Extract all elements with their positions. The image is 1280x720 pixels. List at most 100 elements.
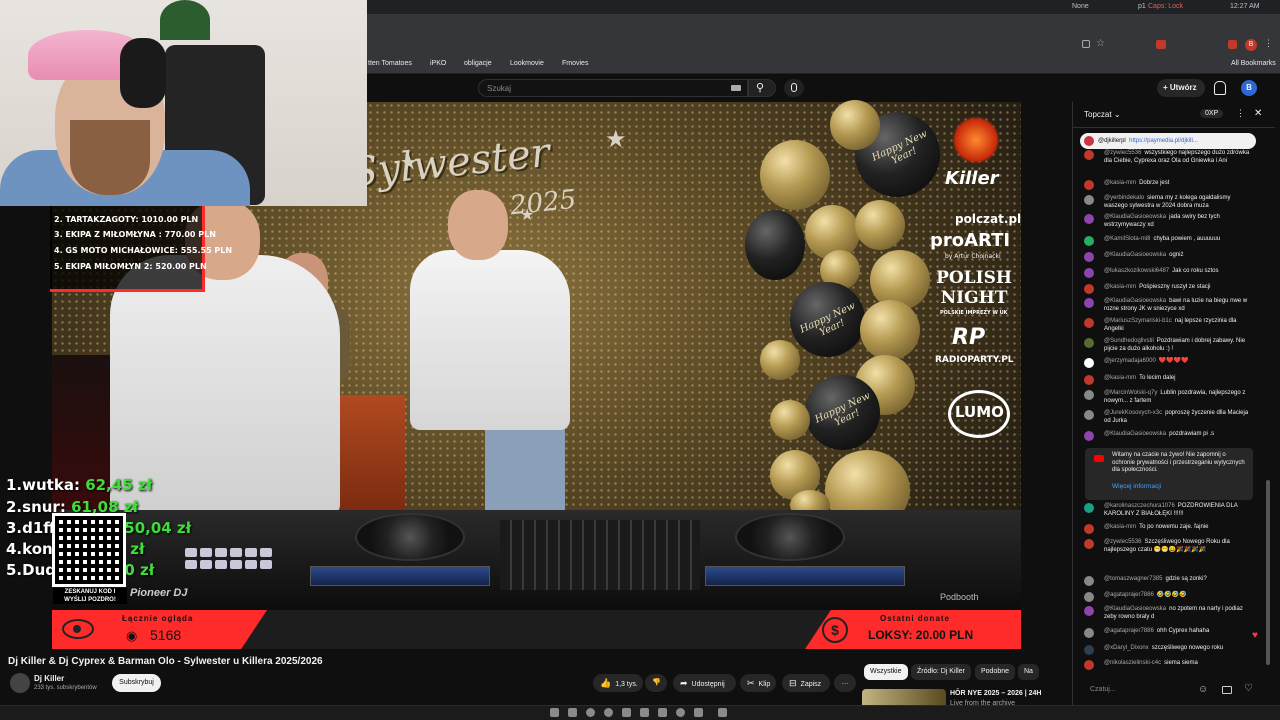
chat-author-avatar[interactable] bbox=[1084, 375, 1094, 385]
chat-author[interactable]: @MariuszSzymariski-b1c bbox=[1104, 318, 1172, 324]
subscribe-button[interactable]: Subskrybuj bbox=[112, 674, 161, 692]
chat-author[interactable]: @kasia-mm bbox=[1104, 284, 1136, 290]
chat-message[interactable]: @KamilSlota-m8l chyba powiem , auuuuuu bbox=[1084, 236, 1254, 246]
chat-author-avatar[interactable] bbox=[1084, 645, 1094, 655]
chat-message[interactable]: @lukaszkozikowski6487 Jak co roku sztos bbox=[1084, 268, 1254, 278]
chat-author[interactable]: @kasia-mm bbox=[1104, 375, 1136, 381]
chat-author[interactable]: @nikolaszielinski-c4c bbox=[1104, 660, 1161, 666]
chat-author-avatar[interactable] bbox=[1084, 214, 1094, 224]
chat-author-avatar[interactable] bbox=[1084, 592, 1094, 602]
chat-author[interactable]: @kasia-mm bbox=[1104, 524, 1136, 530]
chip-related[interactable]: Podobne bbox=[975, 664, 1016, 680]
chat-author-avatar[interactable] bbox=[1084, 576, 1094, 586]
chat-author-avatar[interactable] bbox=[1084, 236, 1094, 246]
chat-author[interactable]: @agataprajer7886 bbox=[1104, 592, 1154, 598]
more-info-link[interactable]: Więcej informacji bbox=[1112, 483, 1161, 490]
chat-message[interactable]: @karolinaszczechura1076 POZDROWIENIA DLA … bbox=[1084, 503, 1254, 518]
taskbar-app-icon[interactable] bbox=[694, 708, 703, 717]
chat-message[interactable]: @zywiec5536 Szczęśliwego Nowego Roku dla … bbox=[1084, 539, 1254, 554]
chat-author[interactable]: @Sundhedoglivstil bbox=[1104, 338, 1154, 344]
bookmark-fmovies[interactable]: Fmovies bbox=[562, 60, 588, 67]
close-icon[interactable]: ✕ bbox=[1254, 108, 1262, 119]
chat-message[interactable]: @MarcinWolski-q7y Lublin pozdrawia, najle… bbox=[1084, 390, 1254, 405]
emoji-icon[interactable]: ☺ bbox=[1198, 684, 1208, 695]
chat-author-avatar[interactable] bbox=[1084, 628, 1094, 638]
chat-message[interactable]: @agataprajer7886 ohh Cyprex hahaha bbox=[1084, 628, 1254, 638]
chat-menu-icon[interactable]: ⋮ bbox=[1236, 108, 1245, 119]
chat-author-avatar[interactable] bbox=[1084, 503, 1094, 513]
chat-author-avatar[interactable] bbox=[1084, 150, 1094, 160]
taskbar-app-icon[interactable] bbox=[604, 708, 613, 717]
more-actions-button[interactable]: … bbox=[834, 674, 856, 692]
chat-author-avatar[interactable] bbox=[1084, 660, 1094, 670]
chat-message[interactable]: @yerbindekalo sierna my z kolega ogaldali… bbox=[1084, 195, 1254, 210]
chat-message[interactable]: @JurekKosovych-x3c poproszę życzenie dlla… bbox=[1084, 410, 1254, 425]
chat-author[interactable]: @karolinaszczechura1076 bbox=[1104, 503, 1175, 509]
chat-author[interactable]: @kasia-mm bbox=[1104, 180, 1136, 186]
heart-icon[interactable]: ♡ bbox=[1244, 683, 1253, 694]
super-chat-icon[interactable] bbox=[1222, 686, 1232, 694]
chat-message[interactable]: @zywiec5536 wszystkiego najlepszego dużo … bbox=[1084, 150, 1254, 165]
chat-author[interactable]: @tomaszwagner7385 bbox=[1104, 576, 1162, 582]
extension-red-icon[interactable] bbox=[1228, 40, 1237, 49]
recommended-title[interactable]: HŌR NYE 2025 – 2026 | 24H bbox=[950, 690, 1041, 697]
chat-author[interactable]: @agataprajer7886 bbox=[1104, 628, 1154, 634]
chat-message[interactable]: @jerzymadaja6000 ❤️❤️❤️❤️ bbox=[1084, 358, 1254, 368]
chip-all[interactable]: Wszystkie bbox=[864, 664, 908, 680]
chat-message[interactable]: @KlaudiaGasioeowska no zpotem na narty i … bbox=[1084, 606, 1254, 621]
channel-name[interactable]: Dj Killer bbox=[34, 674, 64, 683]
chat-author-avatar[interactable] bbox=[1084, 539, 1094, 549]
save-button[interactable]: ⊟ Zapisz bbox=[782, 674, 830, 692]
chat-author-avatar[interactable] bbox=[1084, 180, 1094, 190]
chat-message[interactable]: @tomaszwagner7385 gdzie są zonki? bbox=[1084, 576, 1254, 586]
chat-author-avatar[interactable] bbox=[1084, 252, 1094, 262]
chat-message[interactable]: @KlaudiaGasioeowska pozdrawiam pi .s bbox=[1084, 431, 1254, 441]
browser-icon[interactable] bbox=[586, 708, 595, 717]
chat-author[interactable]: @KlaudiaGasioeowska bbox=[1104, 214, 1166, 220]
chat-author-avatar[interactable] bbox=[1084, 268, 1094, 278]
bookmark-obligacje[interactable]: obligacje bbox=[464, 60, 492, 67]
chat-author-avatar[interactable] bbox=[1084, 358, 1094, 368]
bookmark-star-icon[interactable]: ☆ bbox=[1096, 38, 1105, 49]
chat-author[interactable]: @KlaudiaGasioeowska bbox=[1104, 298, 1166, 304]
browser-menu-icon[interactable]: ⋮ bbox=[1264, 38, 1273, 49]
chat-author-avatar[interactable] bbox=[1084, 298, 1094, 308]
account-avatar[interactable]: B bbox=[1241, 80, 1257, 96]
chat-author[interactable]: @yerbindekalo bbox=[1104, 195, 1144, 201]
chat-author-avatar[interactable] bbox=[1084, 338, 1094, 348]
chat-message[interactable]: @kasia-mm Dobrze jest bbox=[1084, 180, 1254, 190]
chat-message[interactable]: @KlaudiaGasioeowska ogniż bbox=[1084, 252, 1254, 262]
chat-author-avatar[interactable] bbox=[1084, 606, 1094, 616]
chat-author-avatar[interactable] bbox=[1084, 431, 1094, 441]
chat-author[interactable]: @xDaryl_Dixonx bbox=[1104, 645, 1149, 651]
chat-mode-dropdown[interactable]: Topczat ⌄ bbox=[1084, 110, 1121, 119]
chat-author[interactable]: @zywiec5536 bbox=[1104, 539, 1141, 545]
taskbar-app-icon[interactable] bbox=[568, 708, 577, 717]
chat-message[interactable]: @nikolaszielinski-c4c siema siema bbox=[1084, 660, 1254, 670]
channel-avatar[interactable] bbox=[10, 673, 30, 693]
chat-message[interactable]: @agataprajer7886 🤣🤣🤣🤣 bbox=[1084, 592, 1254, 602]
search-input[interactable]: Szukaj bbox=[478, 79, 748, 97]
chat-author[interactable]: @MarcinWolski-q7y bbox=[1104, 390, 1157, 396]
chat-author[interactable]: @KlaudiaGasioeowska bbox=[1104, 431, 1166, 437]
discord-icon[interactable] bbox=[622, 708, 631, 717]
pinned-message[interactable]: @djkillerpl https://paymedia.pl/djkill..… bbox=[1080, 133, 1256, 149]
extension-icon[interactable] bbox=[1156, 40, 1166, 49]
dislike-button[interactable]: 👎 bbox=[645, 674, 667, 692]
cast-icon[interactable] bbox=[1082, 40, 1090, 48]
all-bookmarks[interactable]: All Bookmarks bbox=[1231, 60, 1276, 67]
taskbar-app-icon[interactable] bbox=[718, 708, 727, 717]
chat-message[interactable]: @kasia-mm To lecim dalej bbox=[1084, 375, 1254, 385]
keyboard-icon[interactable] bbox=[731, 85, 741, 91]
bookmark-ipko[interactable]: iPKO bbox=[430, 60, 446, 67]
clip-button[interactable]: ✂ Klip bbox=[740, 674, 776, 692]
like-button[interactable]: 👍 1,3 tys. bbox=[593, 674, 643, 692]
chat-author[interactable]: @KamilSlota-m8l bbox=[1104, 236, 1150, 242]
chat-input[interactable]: Czatuj... bbox=[1082, 681, 1190, 699]
file-explorer-icon[interactable] bbox=[550, 708, 559, 717]
chat-message[interactable]: @xDaryl_Dixonx szczęśliwego nowego roku bbox=[1084, 645, 1254, 655]
bookmark-rotten-tomatoes[interactable]: tten Tomatoes bbox=[368, 60, 412, 67]
chat-message[interactable]: @KlaudiaGasioeowska jada swiry bez tych w… bbox=[1084, 214, 1254, 229]
chat-author[interactable]: @zywiec5536 bbox=[1104, 150, 1141, 156]
chat-points-badge[interactable]: 0XP bbox=[1200, 109, 1224, 118]
